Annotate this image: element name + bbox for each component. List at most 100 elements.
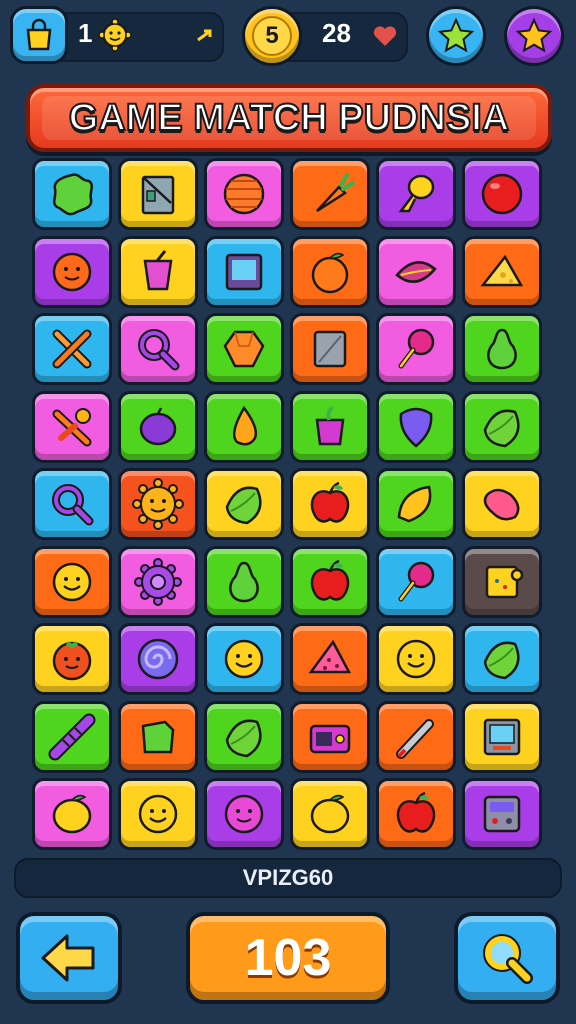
pink-pot-icon <box>315 405 345 445</box>
game-tile[interactable] <box>290 158 370 230</box>
star-icon <box>515 17 553 53</box>
game-tile[interactable] <box>376 235 456 308</box>
magnifier-icon <box>52 484 94 526</box>
game-tile[interactable] <box>204 235 284 308</box>
status-bar: VPIZG60 <box>14 858 562 898</box>
purple-gem-icon <box>399 407 433 448</box>
game-tile[interactable] <box>32 235 112 308</box>
game-tile[interactable] <box>290 623 370 695</box>
game-tile[interactable] <box>376 700 456 773</box>
coin-button[interactable]: 5 <box>242 6 302 66</box>
game-tile[interactable] <box>376 468 456 540</box>
game-tile[interactable] <box>204 700 284 773</box>
game-tile[interactable] <box>118 545 198 618</box>
game-tile[interactable] <box>32 623 112 695</box>
swirl-icon <box>137 638 179 680</box>
game-tile[interactable] <box>462 468 542 540</box>
favorites-button[interactable] <box>426 6 486 66</box>
bonus-star-button[interactable] <box>504 6 564 66</box>
search-button[interactable] <box>454 912 560 1004</box>
arrow-left-icon <box>41 934 95 982</box>
game-tile[interactable] <box>118 700 198 773</box>
apple-icon <box>396 791 436 833</box>
notebook-icon <box>141 175 175 215</box>
game-tile[interactable] <box>290 390 370 463</box>
smiley-icon <box>396 639 436 679</box>
apple-icon <box>310 481 350 523</box>
red-ball-icon <box>481 173 523 215</box>
tools-icon <box>52 407 92 446</box>
green-pear-icon <box>229 561 259 602</box>
shop-button[interactable] <box>10 6 68 64</box>
game-tile[interactable] <box>462 390 542 463</box>
game-tile[interactable] <box>118 235 198 308</box>
game-tile[interactable] <box>118 390 198 463</box>
game-tile[interactable] <box>204 545 284 618</box>
star-icon <box>437 17 475 53</box>
puzzle-icon <box>485 565 524 598</box>
game-tile[interactable] <box>204 623 284 695</box>
game-tile[interactable] <box>376 778 456 850</box>
pink-cup-icon <box>143 249 173 290</box>
game-tile[interactable] <box>376 390 456 463</box>
game-tile[interactable] <box>118 158 198 230</box>
score-value: 103 <box>244 929 332 987</box>
game-tile[interactable] <box>290 545 370 618</box>
game-tile[interactable] <box>32 390 112 463</box>
game-title: GAME MATCH PUDNSIA <box>68 96 511 140</box>
game-tile[interactable] <box>376 313 456 385</box>
green-pear-icon <box>487 328 517 370</box>
yellow-lemon-icon <box>397 485 432 523</box>
game-tile[interactable] <box>462 700 542 773</box>
magnifier-icon <box>138 329 180 371</box>
game-tile[interactable] <box>32 545 112 618</box>
green-leaf-icon <box>483 409 520 447</box>
lemon-icon <box>52 794 92 834</box>
game-tile[interactable] <box>290 468 370 540</box>
game-tile[interactable] <box>204 390 284 463</box>
purple-brush-icon <box>48 713 96 760</box>
game-tile[interactable] <box>32 700 112 773</box>
game-tile[interactable] <box>32 778 112 850</box>
green-leaf-icon <box>483 641 520 680</box>
purple-plum-icon <box>139 406 177 445</box>
game-tile[interactable] <box>204 313 284 385</box>
game-tile[interactable] <box>118 468 198 540</box>
orange-gem-icon <box>223 330 265 368</box>
game-tile[interactable] <box>118 778 198 850</box>
game-tile[interactable] <box>462 623 542 695</box>
game-tile[interactable] <box>290 778 370 850</box>
game-tile[interactable] <box>32 468 112 540</box>
game-tile[interactable] <box>290 235 370 308</box>
cheese-icon <box>480 254 524 286</box>
game-tile[interactable] <box>118 623 198 695</box>
pen-icon <box>396 718 434 759</box>
carrot-icon <box>316 173 355 213</box>
lemon-icon <box>310 794 350 834</box>
game-tile[interactable] <box>118 313 198 385</box>
game-tile[interactable] <box>290 313 370 385</box>
green-leaf-icon <box>225 486 262 525</box>
game-tile[interactable] <box>376 545 456 618</box>
game-tile[interactable] <box>462 235 542 308</box>
game-tile[interactable] <box>462 313 542 385</box>
search-icon <box>483 934 533 984</box>
game-tile[interactable] <box>204 468 284 540</box>
game-tile[interactable] <box>462 545 542 618</box>
game-tile[interactable] <box>204 778 284 850</box>
score-button[interactable]: 103 <box>186 912 390 1004</box>
game-tile[interactable] <box>462 778 542 850</box>
game-tile[interactable] <box>32 158 112 230</box>
apple-icon <box>310 559 350 601</box>
game-tile[interactable] <box>376 623 456 695</box>
game-tile[interactable] <box>32 313 112 385</box>
back-button[interactable] <box>16 912 122 1004</box>
game-tile[interactable] <box>204 158 284 230</box>
game-tile[interactable] <box>376 158 456 230</box>
game-tile[interactable] <box>290 700 370 773</box>
gray-card-icon <box>313 330 347 368</box>
arrow-right-icon <box>197 29 212 42</box>
shopping-bag-icon <box>26 18 52 51</box>
game-tile[interactable] <box>462 158 542 230</box>
smiley-icon <box>138 794 178 834</box>
